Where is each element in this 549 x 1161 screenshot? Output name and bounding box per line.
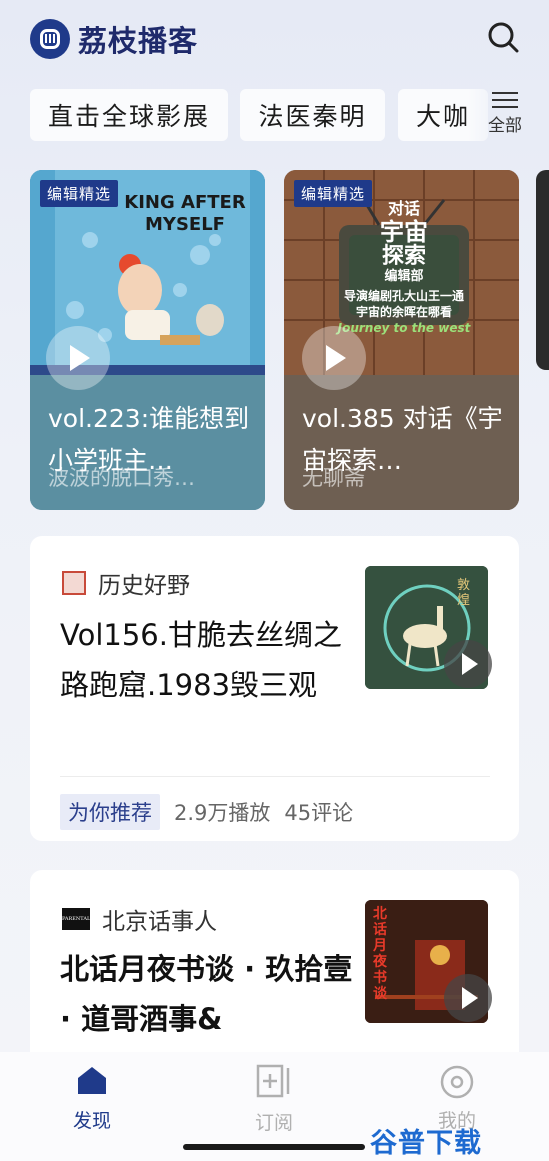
podcast-name[interactable]: 历史好野 xyxy=(98,566,190,600)
search-icon xyxy=(488,22,519,53)
cover-text-line: 宇宙 xyxy=(380,218,428,246)
editor-pick-badge: 编辑精选 xyxy=(294,180,373,207)
episode-title: 北话月夜书谈 · 玖拾壹 · 道哥酒事& xyxy=(60,952,353,1036)
podcast-avatar-icon: PARENTAL xyxy=(62,908,90,930)
podcast-name[interactable]: 北京话事人 xyxy=(102,902,217,936)
menu-icon xyxy=(492,92,518,108)
play-icon[interactable] xyxy=(46,326,110,390)
chip-film-festival[interactable]: 直击全球影展 xyxy=(30,89,228,141)
divider xyxy=(60,776,490,777)
play-icon[interactable] xyxy=(444,974,492,1022)
profile-disc-icon xyxy=(440,1065,474,1099)
app-name: 荔枝播客 xyxy=(78,24,199,58)
home-indicator[interactable] xyxy=(183,1144,365,1150)
cover-text-line: 编辑部 xyxy=(384,269,424,284)
recommend-badge: 为你推荐 xyxy=(60,794,160,830)
card-subtitle: 无聊斋 xyxy=(302,466,365,490)
nav-subscribe[interactable]: 订阅 xyxy=(214,1064,334,1135)
editor-pick-badge: 编辑精选 xyxy=(40,180,119,207)
search-button[interactable] xyxy=(484,18,524,58)
cover-text-line: MYSELF xyxy=(145,214,225,235)
episode-card-2[interactable]: PARENTAL 北京话事人 北话月夜书谈 · 玖拾壹 · 道哥酒事& 北话月夜… xyxy=(30,870,519,1070)
feature-card-1[interactable]: KING AFTER MYSELF 编辑精选 vol.223:谁能想到小学班主…… xyxy=(30,170,265,510)
cover-text-line: 导演编剧孔大山王一通 xyxy=(343,289,464,303)
play-count: 2.9万播放 xyxy=(174,801,271,825)
play-icon[interactable] xyxy=(444,640,492,688)
cover-text: 北话月夜书谈 xyxy=(373,906,387,1002)
app-logo: 荔枝播客 xyxy=(30,18,198,60)
comment-count: 45评论 xyxy=(284,801,354,825)
cover-text-line: 宇宙的余晖在哪看 xyxy=(355,305,452,319)
play-icon[interactable] xyxy=(302,326,366,390)
cover-text-line: KING AFTER xyxy=(124,192,246,213)
cover-text-line: 探索 xyxy=(381,244,426,269)
nav-label: 订阅 xyxy=(254,1112,293,1134)
watermark-text: 谷普下载 xyxy=(370,1128,482,1159)
card-subtitle: 波波的脱口秀… xyxy=(48,466,195,490)
podcast-logo-icon xyxy=(30,19,70,59)
episode-title: Vol156.甘脆去丝绸之路跑窟.1983毁三观 xyxy=(60,618,342,702)
feature-card-2[interactable]: 对话 宇宙 探索 编辑部 导演编剧孔大山王一通 宇宙的余晖在哪看 Journey… xyxy=(284,170,519,510)
podcast-avatar-icon xyxy=(62,571,86,595)
feature-card-3-peek[interactable] xyxy=(536,170,549,370)
cover-text: 敦煌 xyxy=(457,578,471,608)
episode-card-1[interactable]: 历史好野 Vol156.甘脆去丝绸之路跑窟.1983毁三观 敦煌 为你推荐 2.… xyxy=(30,536,519,841)
nav-label: 发现 xyxy=(72,1110,111,1132)
home-icon xyxy=(78,1067,106,1094)
chip-forensic[interactable]: 法医秦明 xyxy=(240,89,385,141)
subscribe-icon xyxy=(256,1064,290,1098)
all-label: 全部 xyxy=(488,116,522,136)
all-categories-button[interactable]: 全部 xyxy=(482,92,528,142)
nav-discover[interactable]: 发现 xyxy=(32,1064,152,1133)
